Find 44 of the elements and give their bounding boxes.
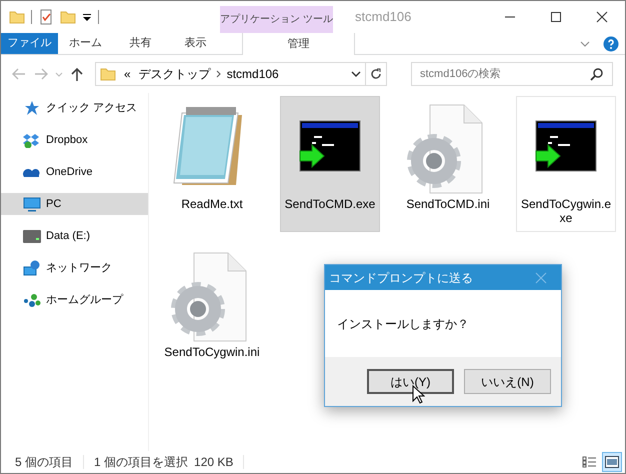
file-item[interactable]: SendToCygwin.exe bbox=[516, 96, 616, 232]
selection-status: 1 個の項目を選択 bbox=[94, 454, 188, 471]
search-icon[interactable] bbox=[590, 67, 604, 81]
no-button[interactable]: いいえ(N) bbox=[464, 369, 551, 394]
dialog-title: コマンドプロンプトに送る bbox=[329, 270, 473, 286]
folder-icon bbox=[100, 66, 116, 82]
file-item[interactable]: SendToCMD.ini bbox=[398, 96, 498, 232]
sidebar-item[interactable]: PC bbox=[1, 193, 148, 215]
ribbon-tab[interactable]: ファイル bbox=[1, 33, 58, 54]
sidebar-item[interactable]: OneDrive bbox=[1, 161, 148, 183]
dialog-message: インストールしますか？ bbox=[337, 316, 469, 332]
breadcrumb[interactable]: stcmd106 bbox=[222, 65, 283, 83]
ribbon-tab[interactable]: 表示 bbox=[168, 33, 223, 54]
file-item[interactable]: SendToCMD.exe bbox=[280, 96, 380, 232]
sidebar-item[interactable]: クイック アクセス bbox=[1, 97, 148, 119]
sidebar-item[interactable]: Dropbox bbox=[1, 129, 148, 151]
breadcrumb[interactable]: « bbox=[120, 65, 135, 83]
help-icon[interactable] bbox=[603, 36, 619, 52]
drive-icon bbox=[23, 228, 41, 244]
file-item[interactable]: SendToCygwin.ini bbox=[162, 244, 262, 366]
item-count: 5 個の項目 bbox=[15, 454, 74, 471]
sidebar-item[interactable]: Data (E:) bbox=[1, 225, 148, 247]
star-icon bbox=[23, 100, 41, 116]
computer-icon bbox=[23, 196, 41, 212]
breadcrumb[interactable]: デスクトップ bbox=[134, 65, 215, 83]
context-tab-header: アプリケーション ツール bbox=[220, 6, 333, 33]
up-arrow-icon[interactable] bbox=[69, 66, 85, 82]
checklist-icon[interactable] bbox=[38, 9, 54, 25]
sidebar-item[interactable]: ネットワーク bbox=[1, 257, 148, 279]
search-field[interactable]: stcmd106の検索 bbox=[411, 62, 613, 86]
ribbon-tab[interactable]: 管理 bbox=[242, 33, 355, 55]
dropbox-icon bbox=[23, 132, 41, 148]
large-icons-view-button[interactable] bbox=[602, 452, 622, 472]
file-item[interactable]: ReadMe.txt bbox=[162, 96, 262, 232]
ribbon-tab[interactable]: 共有 bbox=[113, 33, 168, 54]
homegroup-icon bbox=[23, 292, 41, 308]
yes-button[interactable]: はい(Y) bbox=[367, 369, 454, 394]
chevron-icon bbox=[214, 69, 223, 79]
sidebar-item[interactable]: ホームグループ bbox=[1, 289, 148, 311]
address-bar[interactable]: « デスクトップ stcmd106 bbox=[95, 62, 387, 86]
selection-size: 120 KB bbox=[194, 454, 234, 471]
window-title: stcmd106 bbox=[355, 8, 412, 26]
network-icon bbox=[23, 260, 41, 276]
ribbon-tab[interactable]: ホーム bbox=[58, 33, 113, 54]
